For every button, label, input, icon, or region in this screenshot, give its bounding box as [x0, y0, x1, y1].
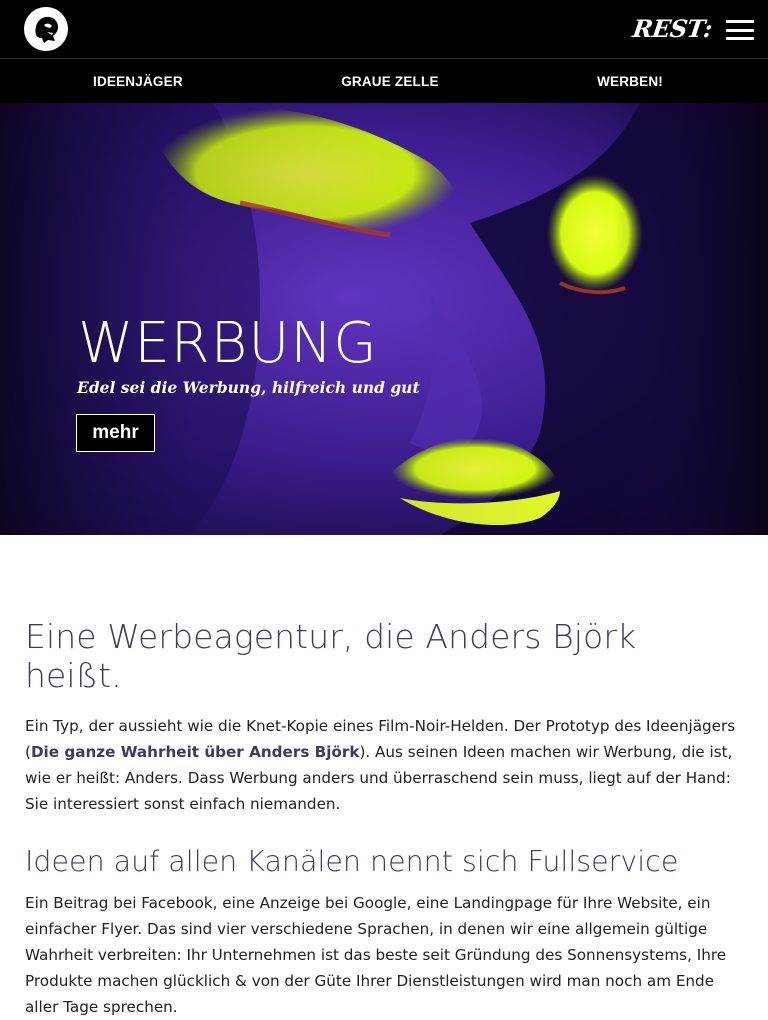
hamburger-icon[interactable] [726, 20, 754, 40]
hero-subtitle: Edel sei die Werbung, hilfreich und gut [77, 378, 420, 397]
anders-bjoerk-link[interactable]: Die ganze Wahrheit über Anders Björk [31, 743, 360, 761]
nav-item-werben[interactable]: WERBEN! [597, 74, 663, 89]
main-nav: IDEENJÄGER GRAUE ZELLE WERBEN! [0, 58, 768, 103]
more-button[interactable]: mehr [76, 414, 155, 452]
lion-head-logo[interactable] [22, 5, 70, 53]
article-content: Eine Werbeagentur, die Anders Björk heiß… [0, 617, 768, 1020]
top-bar: REST: [0, 0, 768, 58]
hero-title: WERBUNG [78, 311, 378, 376]
nav-item-graue-zelle[interactable]: GRAUE ZELLE [341, 74, 438, 89]
article-paragraph-2: Ein Beitrag bei Facebook, eine Anzeige b… [25, 894, 727, 1016]
article-subheading: Ideen auf allen Kanälen nennt sich Fulls… [25, 845, 679, 878]
hero-banner: WERBUNG Edel sei die Werbung, hilfreich … [0, 103, 768, 535]
nav-item-ideenjaeger[interactable]: IDEENJÄGER [93, 74, 183, 89]
article-paragraph-1: Ein Typ, der aussieht wie die Knet-Kopie… [25, 713, 743, 817]
rest-logo[interactable]: REST: [631, 14, 714, 43]
article-heading: Eine Werbeagentur, die Anders Björk heiß… [25, 617, 637, 695]
